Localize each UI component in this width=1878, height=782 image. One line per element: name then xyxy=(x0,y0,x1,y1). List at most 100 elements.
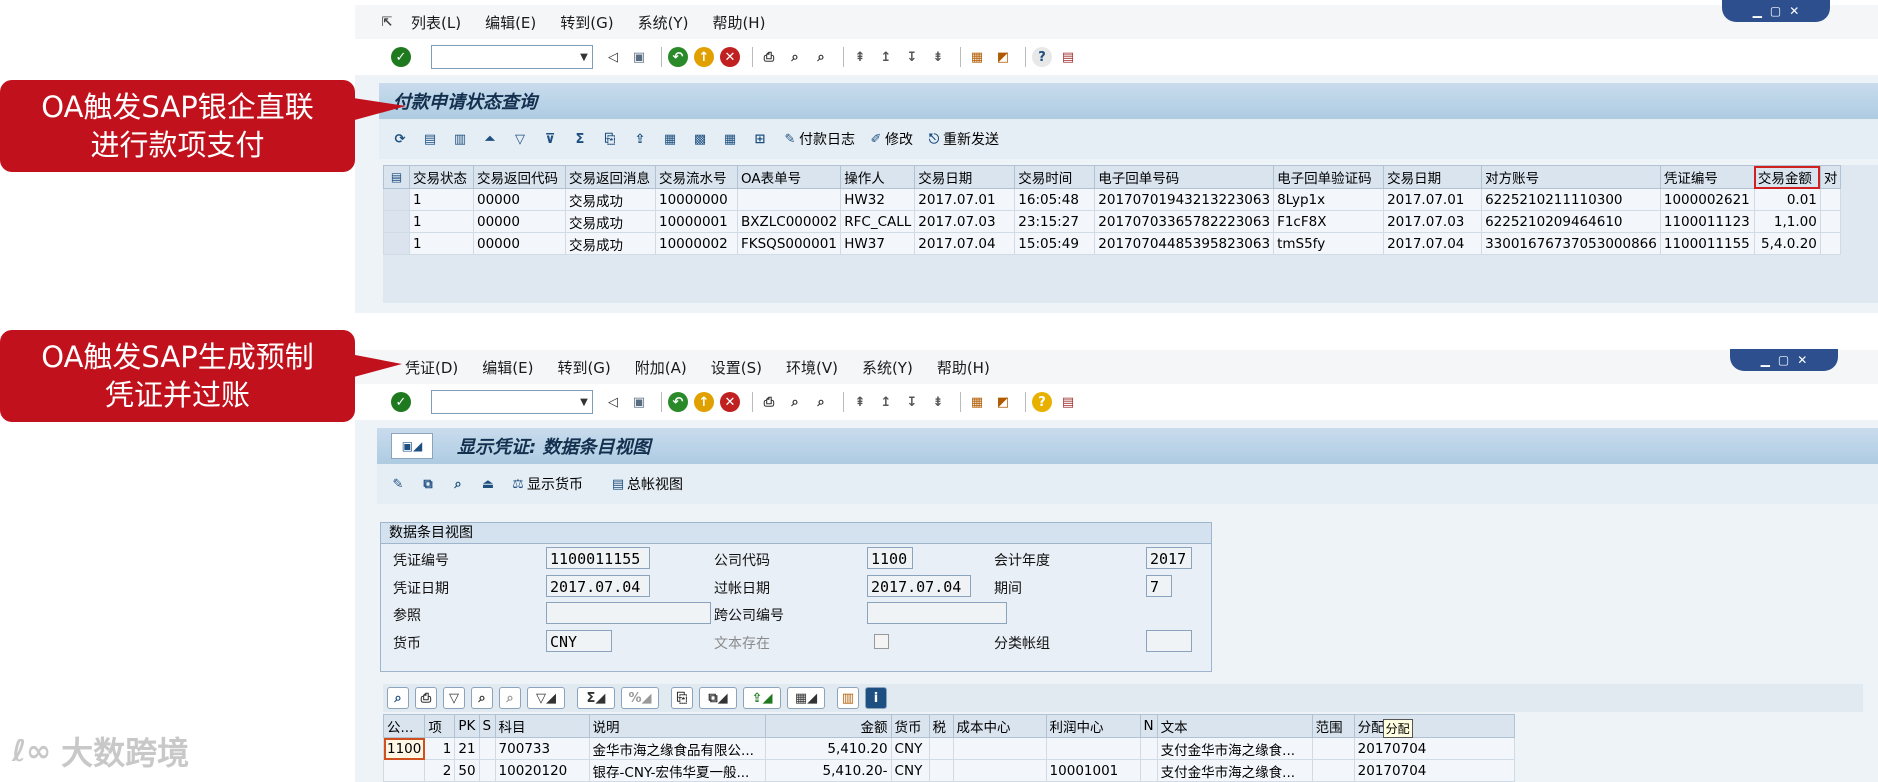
subtotal-icon[interactable]: %◢ xyxy=(621,687,659,709)
col-header[interactable]: 货币 xyxy=(890,714,930,738)
doc-date-field[interactable]: 2017.07.04 xyxy=(546,575,650,597)
col-header-amount[interactable]: 交易金额 xyxy=(1753,165,1821,189)
fiscal-year-field[interactable]: 2017 xyxy=(1146,547,1192,569)
cell-company[interactable]: 1100 xyxy=(383,737,426,760)
next-page-icon[interactable]: ↧ xyxy=(902,392,922,412)
last-page-icon[interactable]: ⇟ xyxy=(928,392,948,412)
columns-button[interactable]: ⊞ xyxy=(751,130,769,148)
close-icon[interactable]: ✕ xyxy=(1797,353,1807,367)
col-header[interactable]: 成本中心 xyxy=(952,714,1047,738)
find-icon[interactable]: ⌕ xyxy=(785,47,805,67)
grid-button[interactable]: ▦ xyxy=(721,130,739,148)
exit-icon[interactable]: ↑ xyxy=(694,392,714,412)
filter-icon[interactable]: ▽ xyxy=(443,687,465,709)
layout-menu-icon[interactable]: ▤ xyxy=(1058,392,1078,412)
edit-button[interactable]: ✎ xyxy=(389,475,407,493)
first-page-icon[interactable]: ⇞ xyxy=(850,47,870,67)
export-icon[interactable]: ⇪◢ xyxy=(743,687,781,709)
print-icon[interactable]: ⎙ xyxy=(415,687,437,709)
back-arrow-icon[interactable]: ◁ xyxy=(603,47,623,67)
col-header[interactable]: 科目 xyxy=(494,714,590,738)
menu-extras[interactable]: 附加(A) xyxy=(635,357,687,378)
prev-page-icon[interactable]: ↥ xyxy=(876,47,896,67)
find-icon[interactable]: ⌕ xyxy=(471,687,493,709)
col-header[interactable]: 对 xyxy=(1819,165,1842,189)
back-icon[interactable]: ↶ xyxy=(668,47,688,67)
row-selector[interactable] xyxy=(383,210,410,233)
filter-remove-button[interactable]: ⊽ xyxy=(541,130,559,148)
new-session-icon[interactable]: ▦ xyxy=(967,392,987,412)
detail-icon[interactable]: ⌕ xyxy=(387,687,409,709)
col-header[interactable]: 交易日期 xyxy=(914,165,1016,189)
col-header[interactable]: 交易流水号 xyxy=(655,165,738,189)
col-header[interactable]: 凭证编号 xyxy=(1659,165,1755,189)
col-header[interactable]: 交易返回代码 xyxy=(473,165,566,189)
layout-button[interactable]: ▩ xyxy=(691,130,709,148)
menu-environment[interactable]: 环境(V) xyxy=(786,357,838,378)
shortcut-icon[interactable]: ◩ xyxy=(993,392,1013,412)
menu-system[interactable]: 帮助(H) xyxy=(712,12,765,33)
prev-page-icon[interactable]: ↥ xyxy=(876,392,896,412)
display-currency-button[interactable]: ⚖ 显示货币 xyxy=(509,474,583,494)
menu-system[interactable]: 系统(Y) xyxy=(862,357,913,378)
exit-icon[interactable]: ↑ xyxy=(694,47,714,67)
sort-asc-button[interactable]: ⏶ xyxy=(481,130,499,148)
col-header[interactable]: 项 xyxy=(424,714,456,738)
menu-help[interactable]: 帮助(H) xyxy=(937,357,990,378)
row-selector[interactable] xyxy=(383,232,410,255)
find-next-icon[interactable]: ⌕ xyxy=(811,47,831,67)
chevron-down-icon[interactable]: ▼ xyxy=(576,47,592,67)
menu-icon[interactable]: ⇱ xyxy=(377,12,397,32)
command-field[interactable]: ▼ xyxy=(431,45,593,69)
help-icon[interactable]: ? xyxy=(1032,392,1052,412)
payment-log-button[interactable]: ✎ 付款日志 xyxy=(781,129,855,149)
table-row[interactable]: 1 00000 交易成功 10000002 FKSQS000001 HW37 2… xyxy=(383,232,1842,255)
details-button[interactable]: ▤ xyxy=(421,130,439,148)
find-icon[interactable]: ⌕ xyxy=(785,392,805,412)
doc-no-field[interactable]: 1100011155 xyxy=(546,547,650,569)
export-button[interactable]: ⇪ xyxy=(631,130,649,148)
table-row[interactable]: 2 50 10020120 银存-CNY-宏伟华夏一般... 5,410.20-… xyxy=(383,759,1515,782)
select-button[interactable]: ▥ xyxy=(451,130,469,148)
menu-settings[interactable]: 设置(S) xyxy=(711,357,762,378)
col-header[interactable]: 交易状态 xyxy=(409,165,474,189)
col-header[interactable]: 文本 xyxy=(1156,714,1313,738)
back-arrow-icon[interactable]: ◁ xyxy=(603,392,623,412)
col-header[interactable]: 说明 xyxy=(588,714,766,738)
company-code-field[interactable]: 1100 xyxy=(867,547,913,569)
find-next-icon[interactable]: ⌕ xyxy=(811,392,831,412)
cancel-icon[interactable]: ✕ xyxy=(720,47,740,67)
col-header[interactable]: 电子回单号码 xyxy=(1094,165,1275,189)
row-selector[interactable] xyxy=(383,188,410,211)
col-header[interactable]: 金额 xyxy=(764,714,892,738)
first-page-icon[interactable]: ⇞ xyxy=(850,392,870,412)
col-header-company[interactable]: 公... xyxy=(383,714,426,738)
table-row[interactable]: 1 00000 交易成功 10000001 BXZLC000002 RFC_CA… xyxy=(383,210,1842,233)
chevron-down-icon[interactable]: ▼ xyxy=(576,392,592,412)
sum-button[interactable]: Σ xyxy=(571,130,589,148)
menu-list[interactable]: 列表(L) xyxy=(411,12,461,33)
menu-document[interactable]: 凭证(D) xyxy=(405,357,458,378)
text-exists-checkbox[interactable] xyxy=(874,634,889,649)
layout-icon[interactable]: ▦◢ xyxy=(787,687,825,709)
print-icon[interactable]: ⎙ xyxy=(759,392,779,412)
close-icon[interactable]: ✕ xyxy=(1789,4,1799,18)
print-preview-icon[interactable]: ⎘ xyxy=(671,687,693,709)
col-header[interactable]: 电子回单验证码 xyxy=(1273,165,1385,189)
maximize-icon[interactable]: ▢ xyxy=(1778,353,1789,367)
cross-company-field[interactable] xyxy=(867,602,1007,624)
minimize-icon[interactable]: ▁ xyxy=(1753,4,1762,18)
next-page-icon[interactable]: ↧ xyxy=(902,47,922,67)
currency-field[interactable]: CNY xyxy=(546,630,612,652)
col-header[interactable]: 范围 xyxy=(1311,714,1355,738)
sigma-icon[interactable]: Σ◢ xyxy=(577,687,615,709)
graphic-icon[interactable]: ▥ xyxy=(837,687,859,709)
menu-edit[interactable]: 编辑(E) xyxy=(485,12,536,33)
col-header-assignment[interactable]: 分配 分配 xyxy=(1353,714,1515,738)
views-icon[interactable]: ⧉◢ xyxy=(699,687,737,709)
col-header[interactable]: 交易日期 xyxy=(1383,165,1483,189)
posting-date-field[interactable]: 2017.07.04 xyxy=(867,575,971,597)
maximize-icon[interactable]: ▢ xyxy=(1770,4,1781,18)
col-header[interactable]: S xyxy=(478,714,496,738)
help-icon[interactable]: ? xyxy=(1032,47,1052,67)
